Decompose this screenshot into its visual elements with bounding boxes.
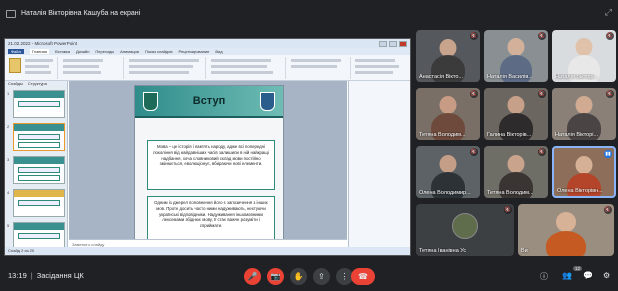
participant-name: Наталія Василів... [487, 74, 533, 80]
mic-off-icon[interactable]: 🎤 [244, 268, 261, 285]
meet-window: Наталія Вікторівна Кашуба на екрані ⤢ 21… [0, 0, 618, 291]
participant-tile-speaking[interactable]: ▮▮ Олена Вікторівн... [552, 146, 616, 198]
screen-share-icon [6, 9, 16, 18]
participant-name: Тетяна Іванівна Ус [419, 248, 467, 254]
thumb-tab-outline: Структура [27, 81, 47, 86]
participant-tile[interactable]: 🔇 Тетяна Володим... [416, 88, 480, 140]
ppt-statusbar: Слайд 2 из 20 [5, 247, 410, 255]
paste-icon [9, 58, 21, 73]
participant-tile[interactable]: 🔇 Наталія Вікторі... [552, 30, 616, 82]
participant-name: Тетяна Володим... [487, 190, 534, 196]
ribbon-tab: Вид [215, 49, 223, 54]
slide-canvas: Вступ Мова – це історія і пам'ять народу… [69, 81, 347, 249]
speaking-icon: ▮▮ [604, 150, 612, 158]
emblem-icon [260, 92, 275, 111]
mic-off-icon: 🔇 [470, 32, 478, 40]
mic-off-icon: 🔇 [538, 90, 546, 98]
clock: 13:19 [8, 271, 27, 280]
avatar [452, 213, 478, 239]
mic-off-icon: 🔇 [604, 206, 612, 214]
camera-off-icon[interactable]: 📷 [267, 268, 284, 285]
participant-name: Наталія Вікторі... [555, 132, 599, 138]
current-slide: Вступ Мова – це історія і пам'ять народу… [134, 85, 284, 245]
slide-thumb-1: 1 [7, 90, 65, 118]
chat-icon[interactable]: 💬 [583, 271, 593, 280]
presenter-banner: Наталія Вікторівна Кашуба на екрані [6, 6, 140, 21]
participant-name: Галина Вікторів... [487, 132, 532, 138]
participant-tile[interactable]: 🔇 Галина Вікторів... [484, 88, 548, 140]
participant-tile[interactable]: 🔇 Тетяна Володим... [484, 146, 548, 198]
slide-thumb-5: 5 [7, 222, 65, 250]
ppt-side-panel [348, 81, 410, 249]
self-tile[interactable]: 🔇 Ви [518, 204, 614, 256]
expand-icon[interactable]: ⤢ [605, 7, 612, 18]
present-icon[interactable]: ⇪ [313, 268, 330, 285]
mic-off-icon: 🔇 [538, 32, 546, 40]
slide-header: Вступ [135, 86, 283, 118]
thumb-tab-slides: Слайды [8, 81, 23, 86]
mic-off-icon: 🔇 [470, 148, 478, 156]
participant-tile[interactable]: 🔇 Анастасія Вікто... [416, 30, 480, 82]
participant-name: Ви [521, 248, 528, 254]
participant-name: Тетяна Володим... [419, 132, 466, 138]
participant-tile[interactable]: 🔇 Олена Володимир... [416, 146, 480, 198]
ribbon-tab: Анимация [120, 49, 139, 54]
slide-thumb-3: 3 [7, 156, 65, 184]
people-icon[interactable]: 👥 [562, 271, 572, 280]
meeting-info: 13:19 | Засідання ЦК [8, 271, 84, 280]
ribbon-tab: Файл [8, 49, 24, 54]
mic-off-icon: 🔇 [538, 148, 546, 156]
mic-off-icon: 🔇 [606, 90, 614, 98]
activities-icon[interactable]: ⚙ [603, 271, 610, 280]
participant-tile[interactable]: 🔇 Тетяна Іванівна Ус [416, 204, 514, 256]
hangup-icon[interactable]: ☎ [351, 268, 375, 285]
ribbon-tab: Дизайн [75, 49, 90, 54]
mic-off-icon: 🔇 [504, 206, 512, 214]
meeting-toolbar: 13:19 | Засідання ЦК 🎤 📷 ✋ ⇪ ⋮ ☎ ⓘ 👥 12 … [0, 262, 618, 291]
ribbon [5, 55, 410, 81]
shared-screen: 21.02.2022 - Microsoft PowerPoint Файл Г… [4, 38, 411, 256]
participant-name: Анастасія Вікто... [419, 74, 463, 80]
ribbon-tabs: Файл Главная Вставка Дизайн Переходы Ани… [5, 48, 410, 55]
slide-text-box-2: Одним із джерел поповнення його є запози… [147, 196, 275, 242]
ribbon-tab: Вставка [55, 49, 70, 54]
mic-off-icon: 🔇 [606, 32, 614, 40]
slide-thumb-4: 4 [7, 189, 65, 217]
presenter-label: Наталія Вікторівна Кашуба на екрані [21, 10, 141, 17]
participant-name: Олена Володимир... [419, 190, 471, 196]
hand-icon[interactable]: ✋ [290, 268, 307, 285]
meeting-title: Засідання ЦК [36, 271, 84, 280]
slide-text-box-1: Мова – це історія і пам'ять народу, адже… [147, 140, 275, 190]
participant-name: Наталія Вікторі... [555, 74, 599, 80]
ribbon-tab: Переходы [95, 49, 115, 54]
window-buttons [379, 40, 407, 47]
participant-tile[interactable]: 🔇 Наталія Василів... [484, 30, 548, 82]
info-icon[interactable]: ⓘ [540, 271, 548, 282]
slide-thumbnails: Слайды Структура 1 2 3 4 5 [5, 81, 68, 250]
mic-off-icon: 🔇 [470, 90, 478, 98]
participant-tile[interactable]: 🔇 Наталія Вікторі... [552, 88, 616, 140]
ppt-titlebar: 21.02.2022 - Microsoft PowerPoint [5, 39, 410, 48]
ribbon-tab: Рецензирование [178, 49, 210, 54]
slide-thumb-2: 2 [7, 123, 65, 151]
participant-name: Олена Вікторівн... [557, 188, 603, 194]
ppt-title: 21.02.2022 - Microsoft PowerPoint [8, 41, 78, 46]
ribbon-tab: Показ слайдов [144, 49, 173, 54]
people-count: 12 [573, 266, 583, 271]
ribbon-tab: Главная [29, 49, 50, 54]
